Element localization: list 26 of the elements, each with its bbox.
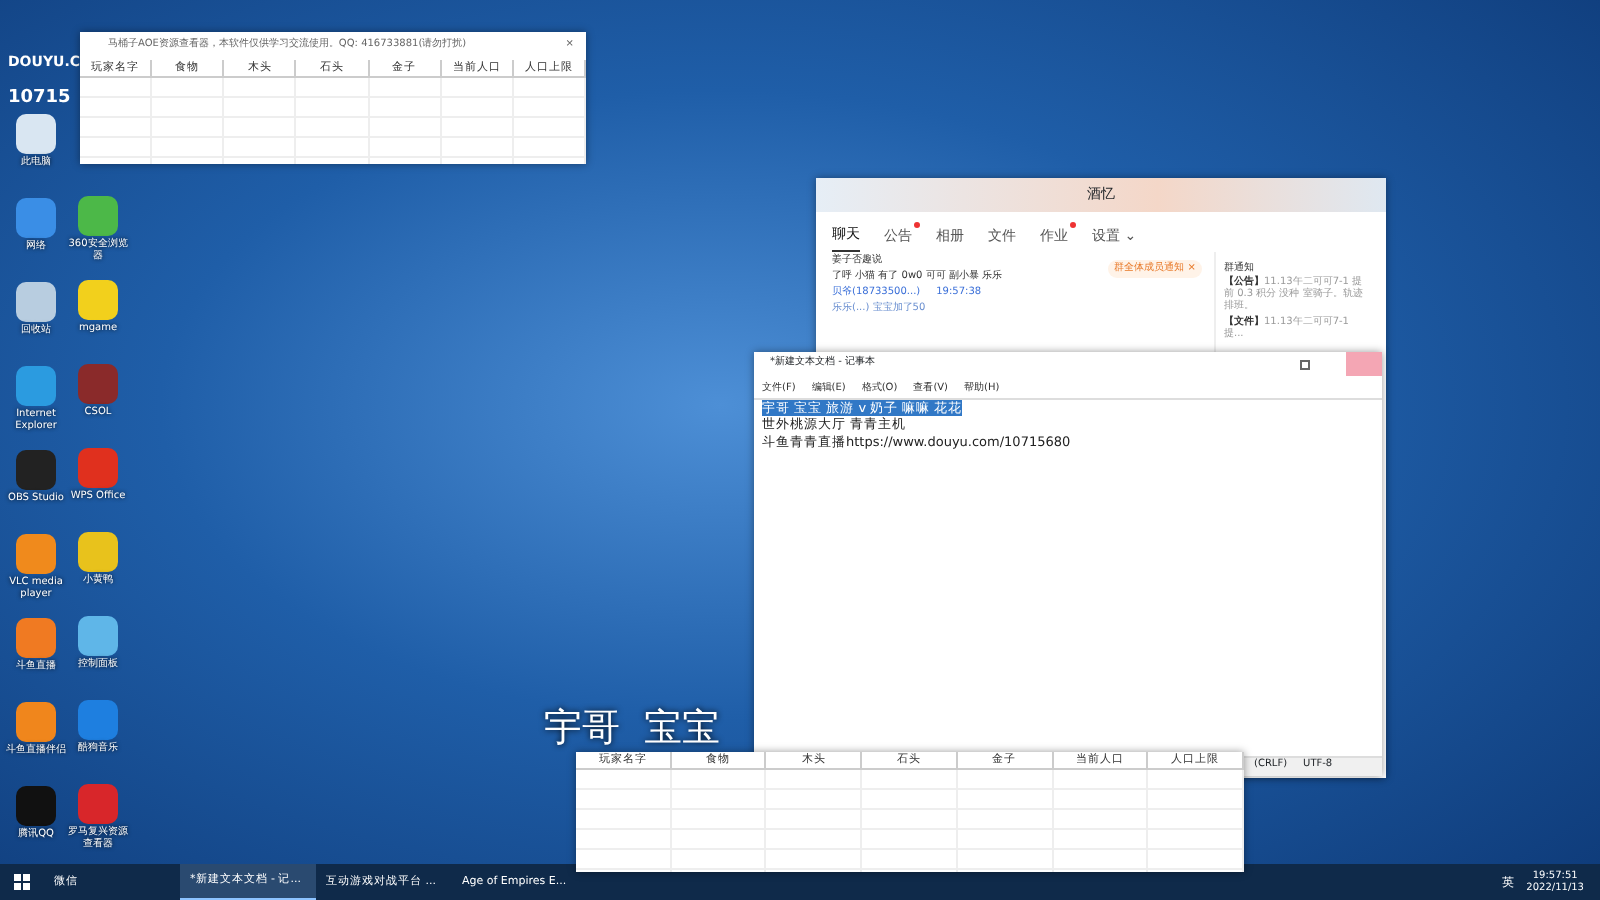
maximize-icon[interactable]	[1300, 359, 1310, 369]
grid-column	[80, 77, 153, 164]
grid-column	[441, 77, 514, 164]
grid-column	[296, 77, 370, 164]
grid-column	[671, 770, 767, 872]
grid-column	[766, 770, 863, 872]
grid-column	[369, 77, 442, 164]
grid-column	[957, 770, 1054, 872]
app-icon[interactable]	[16, 114, 56, 154]
grid-column	[513, 77, 586, 164]
app-icon[interactable]	[78, 532, 118, 572]
app-icon[interactable]	[78, 196, 118, 236]
app-icon[interactable]	[78, 280, 118, 320]
grid-column	[224, 77, 297, 164]
app-icon[interactable]	[16, 534, 56, 574]
room-number: 10715	[8, 85, 73, 111]
overlay-caption: 宇哥 宝宝	[544, 704, 721, 753]
grid-column	[1053, 770, 1149, 872]
windows-logo-icon[interactable]	[14, 874, 30, 890]
grid-column	[576, 770, 672, 872]
app-icon[interactable]	[78, 616, 118, 656]
app-icon[interactable]	[16, 702, 56, 742]
app-icon[interactable]	[16, 618, 56, 658]
app-icon[interactable]	[16, 282, 56, 322]
grid-column	[152, 77, 225, 164]
grid-column	[862, 770, 958, 872]
